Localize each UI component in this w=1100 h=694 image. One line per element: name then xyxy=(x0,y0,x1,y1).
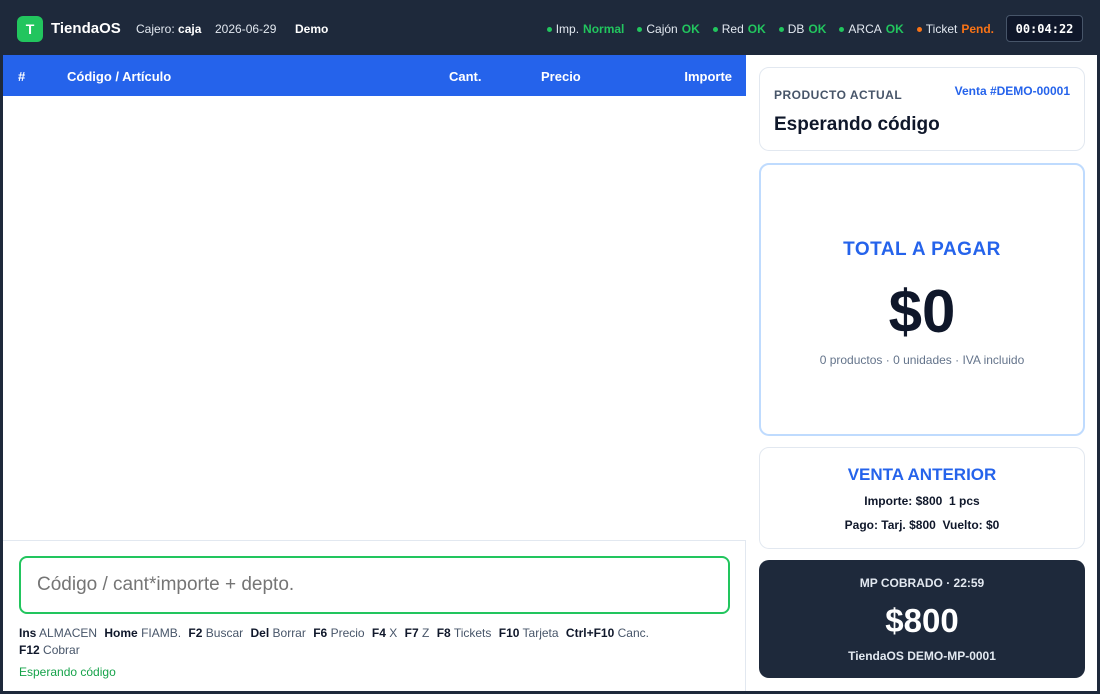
mp-payment-label: MP COBRADO · 22:59 xyxy=(859,576,985,590)
app-logo-icon: T xyxy=(17,16,43,42)
app-name: TiendaOS xyxy=(51,20,121,37)
column-header-index: # xyxy=(18,69,26,84)
current-date: 2026-06-29 xyxy=(215,22,277,36)
status-label: ARCA xyxy=(848,22,882,36)
status-label: Red xyxy=(721,22,744,36)
total-card: TOTAL A PAGAR $0 0 productos · 0 unidade… xyxy=(759,163,1085,436)
status-value: OK xyxy=(885,22,904,36)
status-dot-icon xyxy=(637,26,643,32)
status-printer: Imp. Normal xyxy=(546,22,625,36)
items-table-header: # Código / Artículo Cant. Precio Importe xyxy=(3,55,746,96)
shortcut-delete[interactable]: Del Borrar xyxy=(250,626,305,640)
mode-badge: Demo xyxy=(295,22,329,36)
shortcut-card[interactable]: F10 Tarjeta xyxy=(499,626,559,640)
previous-sale-card: VENTA ANTERIOR Importe: $800 1 pcs Pago:… xyxy=(759,447,1085,549)
shortcut-bar: Ins ALMACEN Home FIAMB. F2 Buscar Del Bo… xyxy=(19,625,719,659)
entry-status: Esperando código xyxy=(19,665,116,679)
shortcut-fiambreria[interactable]: Home FIAMB. xyxy=(104,626,181,640)
app-window: T TiendaOS Cajero: caja 2026-06-29 Demo … xyxy=(0,0,1100,694)
column-header-price: Precio xyxy=(541,69,581,84)
status-dot-icon xyxy=(916,26,922,32)
shortcut-price[interactable]: F6 Precio xyxy=(313,626,364,640)
status-value: OK xyxy=(808,22,827,36)
status-arca: ARCA OK xyxy=(839,22,904,36)
top-bar: T TiendaOS Cajero: caja 2026-06-29 Demo … xyxy=(0,0,1100,55)
status-drawer: Cajón OK xyxy=(637,22,700,36)
column-header-quantity: Cant. xyxy=(449,69,482,84)
items-table-body[interactable] xyxy=(3,96,746,540)
shortcut-x-report[interactable]: F4 X xyxy=(372,626,397,640)
status-label: DB xyxy=(787,22,805,36)
status-network: Red OK xyxy=(712,22,766,36)
sale-panel: # Código / Artículo Cant. Precio Importe… xyxy=(3,55,746,691)
shortcut-z-report[interactable]: F7 Z xyxy=(405,626,430,640)
status-indicators: Imp. Normal Cajón OK Red OK DB OK ARCA O… xyxy=(546,22,994,36)
mp-payment-amount: $800 xyxy=(885,602,959,639)
current-product-label: PRODUCTO ACTUAL xyxy=(774,88,903,102)
status-value: Pend. xyxy=(961,22,994,36)
status-label: Ticket xyxy=(925,22,958,36)
status-dot-icon xyxy=(712,26,718,32)
status-value: OK xyxy=(681,22,700,36)
sale-number: Venta #DEMO-00001 xyxy=(954,84,1070,98)
status-dot-icon xyxy=(546,26,552,32)
code-entry-input[interactable] xyxy=(19,556,730,614)
total-summary: 0 productos · 0 unidades · IVA incluido xyxy=(819,353,1025,367)
current-product-name: Esperando código xyxy=(774,114,940,135)
cashier-label: Cajero: xyxy=(136,22,175,36)
column-header-amount: Importe xyxy=(684,69,732,84)
shortcut-tickets[interactable]: F8 Tickets xyxy=(437,626,492,640)
entry-area: Ins ALMACEN Home FIAMB. F2 Buscar Del Bo… xyxy=(3,540,746,691)
previous-sale-amount: Importe: $800 1 pcs xyxy=(864,494,980,508)
status-value: Normal xyxy=(583,22,625,36)
shortcut-almacen[interactable]: Ins ALMACEN xyxy=(19,626,97,640)
shortcut-cancel[interactable]: Ctrl+F10 Canc. xyxy=(566,626,649,640)
shortcut-search[interactable]: F2 Buscar xyxy=(188,626,243,640)
total-amount: $0 xyxy=(888,278,956,345)
cashier-info: Cajero: caja xyxy=(136,22,201,36)
column-header-item: Código / Artículo xyxy=(67,69,172,84)
status-database: DB OK xyxy=(778,22,827,36)
current-product-card: PRODUCTO ACTUAL Venta #DEMO-00001 Espera… xyxy=(759,67,1085,151)
status-ticket: Ticket Pend. xyxy=(916,22,994,36)
cashier-name: caja xyxy=(178,22,202,36)
summary-panel: PRODUCTO ACTUAL Venta #DEMO-00001 Espera… xyxy=(747,55,1097,691)
previous-sale-payment: Pago: Tarj. $800 Vuelto: $0 xyxy=(844,518,1000,532)
status-dot-icon xyxy=(778,26,784,32)
status-label: Cajón xyxy=(646,22,678,36)
status-dot-icon xyxy=(839,26,845,32)
total-label: TOTAL A PAGAR xyxy=(843,239,1001,260)
session-clock: 00:04:22 xyxy=(1006,15,1083,42)
shortcut-charge[interactable]: F12 Cobrar xyxy=(19,643,80,657)
mp-payment-card: MP COBRADO · 22:59 $800 TiendaOS DEMO-MP… xyxy=(759,560,1085,678)
status-value: OK xyxy=(747,22,766,36)
mp-payment-reference: TiendaOS DEMO-MP-0001 xyxy=(848,649,996,663)
status-label: Imp. xyxy=(555,22,580,36)
main-area: # Código / Artículo Cant. Precio Importe… xyxy=(3,55,1097,691)
previous-sale-label: VENTA ANTERIOR xyxy=(847,465,997,484)
